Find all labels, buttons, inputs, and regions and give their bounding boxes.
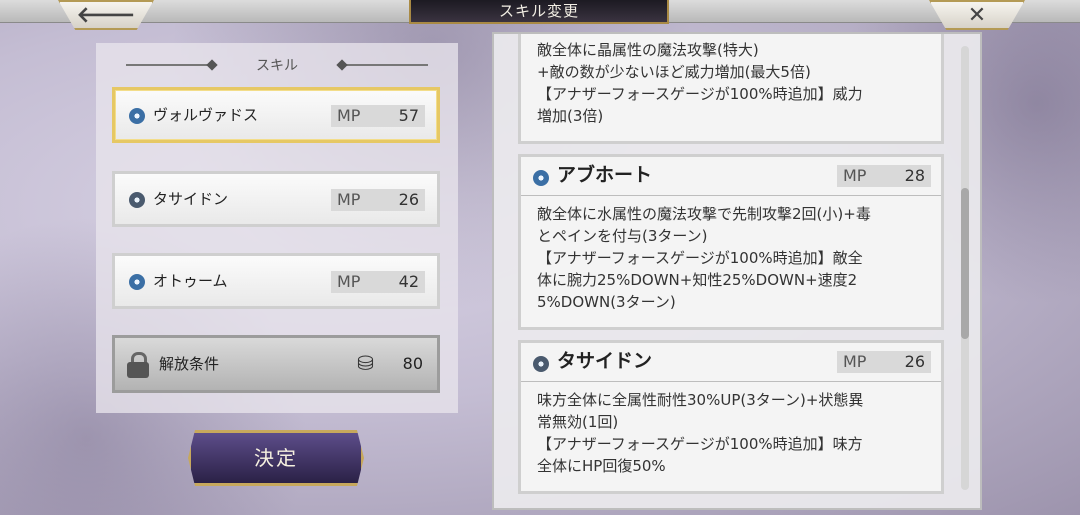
ornament-left: [126, 64, 216, 66]
unlock-cost: 80: [402, 354, 423, 373]
skill-name: タサイドン: [153, 190, 229, 208]
mp-cost: MP 26: [837, 351, 931, 373]
skill-button-tasaidon[interactable]: タサイドン MP 26: [112, 171, 440, 227]
unlock-condition-label: 解放条件: [159, 355, 220, 373]
mp-label: MP: [337, 272, 361, 291]
skill-card-header: アブホート MP 28: [521, 157, 941, 196]
ice-element-icon: [129, 108, 145, 124]
unlock-condition-button[interactable]: 解放条件 ⛁ 80: [112, 335, 440, 393]
skill-description: 敵全体に晶属性の魔法攻撃(特大) +敵の数が少ないほど威力増加(最大5倍) 【ア…: [537, 41, 863, 125]
skill-detail-card: アブホート MP 28 敵全体に水属性の魔法攻撃で先制攻撃2回(小)+毒 とペイ…: [518, 154, 944, 330]
skill-detail-card: 敵全体に晶属性の魔法攻撃(特大) +敵の数が少ないほど威力増加(最大5倍) 【ア…: [518, 34, 944, 144]
skill-card-header: タサイドン MP 26: [521, 343, 941, 382]
ornament-right: [338, 64, 428, 66]
skill-detail-panel[interactable]: 敵全体に晶属性の魔法攻撃(特大) +敵の数が少ないほど威力増加(最大5倍) 【ア…: [492, 32, 982, 510]
skill-name: オトゥーム: [153, 272, 228, 290]
mp-cost: MP 42: [331, 271, 425, 293]
mp-value: 26: [904, 352, 925, 371]
skill-button-otuum[interactable]: オトゥーム MP 42: [112, 253, 440, 309]
skill-name: アブホート: [557, 164, 653, 186]
skill-section-header: スキル: [96, 55, 458, 75]
scrollbar-thumb[interactable]: [961, 188, 969, 339]
skill-button-volvados[interactable]: ヴォルヴァドス MP 57: [112, 87, 440, 143]
skill-name: タサイドン: [557, 350, 653, 372]
skill-description: 敵全体に水属性の魔法攻撃で先制攻撃2回(小)+毒 とペインを付与(3ターン) 【…: [537, 205, 871, 311]
skill-section-label: スキル: [256, 58, 298, 74]
confirm-label: 決定: [254, 446, 298, 470]
mp-label: MP: [843, 352, 867, 371]
dark-element-icon: [533, 356, 549, 372]
skill-name: ヴォルヴァドス: [153, 106, 259, 124]
skill-list-panel: スキル ヴォルヴァドス MP 57 タサイドン MP 26 オトゥーム MP 4…: [96, 43, 458, 413]
confirm-button[interactable]: 決定: [188, 430, 364, 486]
close-x-icon: ✕: [967, 3, 987, 28]
mp-cost: MP 28: [837, 165, 931, 187]
mp-label: MP: [337, 190, 361, 209]
mp-cost: MP 57: [331, 105, 425, 127]
mp-cost: MP 26: [331, 189, 425, 211]
mp-label: MP: [337, 106, 361, 125]
mp-value: 26: [398, 190, 419, 209]
skill-description: 味方全体に全属性耐性30%UP(3ターン)+状態異 常無効(1回) 【アナザーフ…: [537, 391, 864, 475]
mp-label: MP: [843, 166, 867, 185]
mp-value: 57: [398, 106, 419, 125]
ice-element-icon: [129, 274, 145, 290]
lock-icon: [127, 352, 149, 378]
mp-value: 28: [904, 166, 925, 185]
page-title: スキル変更: [498, 2, 579, 20]
ice-element-icon: [533, 170, 549, 186]
skill-detail-card: タサイドン MP 26 味方全体に全属性耐性30%UP(3ターン)+状態異 常無…: [518, 340, 944, 494]
dark-element-icon: [129, 192, 145, 208]
title-plate: スキル変更: [409, 0, 669, 24]
back-arrow-icon: 🡐: [76, 3, 136, 28]
mp-value: 42: [398, 272, 419, 291]
currency-icon: ⛁: [357, 351, 374, 375]
scrollbar[interactable]: [961, 46, 969, 490]
